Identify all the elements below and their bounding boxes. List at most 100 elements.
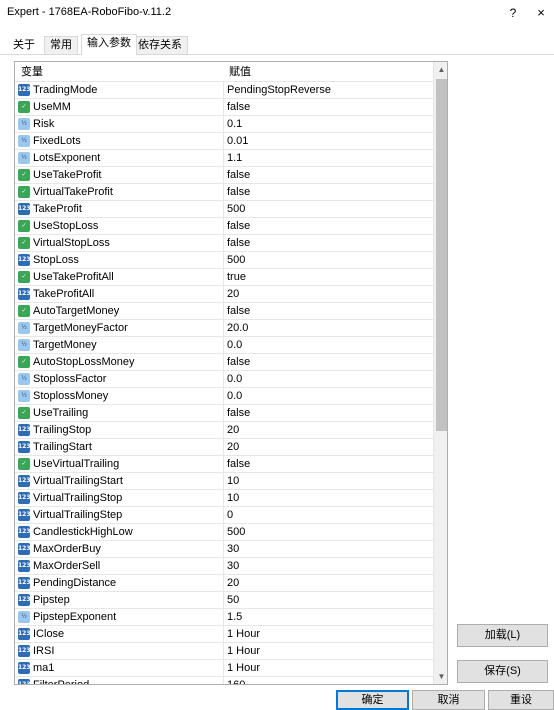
parameter-row[interactable]: ½ StoplossMoney 0.0 [15, 388, 433, 405]
parameter-value[interactable]: false [227, 184, 250, 200]
parameter-row[interactable]: 123 IClose 1 Hour [15, 626, 433, 643]
parameter-value[interactable]: 10 [227, 490, 239, 506]
tab-inputs[interactable]: 输入参数 [81, 34, 137, 55]
parameter-row[interactable]: 123 VirtualTrailingStep 0 [15, 507, 433, 524]
parameter-row[interactable]: ✓ AutoTargetMoney false [15, 303, 433, 320]
parameter-value[interactable]: 500 [227, 252, 245, 268]
parameter-row[interactable]: ✓ UseStopLoss false [15, 218, 433, 235]
parameter-row[interactable]: 123 Pipstep 50 [15, 592, 433, 609]
parameter-value[interactable]: false [227, 235, 250, 251]
parameter-row[interactable]: ½ PipstepExponent 1.5 [15, 609, 433, 626]
parameter-value[interactable]: 20 [227, 575, 239, 591]
double-icon: ½ [18, 611, 30, 623]
parameter-value[interactable]: 0.01 [227, 133, 248, 149]
tab-bar: 关于 常用 输入参数 依存关系 [0, 34, 554, 55]
parameter-row[interactable]: 123 MaxOrderSell 30 [15, 558, 433, 575]
parameter-value[interactable]: 0.0 [227, 371, 242, 387]
parameter-row[interactable]: 123 TrailingStart 20 [15, 439, 433, 456]
parameter-value[interactable]: 0.0 [227, 337, 242, 353]
parameter-row[interactable]: ✓ UseMM false [15, 99, 433, 116]
parameter-row[interactable]: 123 TakeProfit 500 [15, 201, 433, 218]
ok-button[interactable]: 确定 [336, 690, 409, 710]
parameter-row[interactable]: ½ TargetMoney 0.0 [15, 337, 433, 354]
tab-common[interactable]: 常用 [44, 36, 78, 54]
parameter-value[interactable]: 20 [227, 422, 239, 438]
column-divider [223, 150, 224, 166]
parameter-value[interactable]: 1 Hour [227, 660, 260, 676]
parameter-value[interactable]: 0 [227, 507, 233, 523]
header-value[interactable]: 赋值 [229, 62, 251, 82]
parameter-row[interactable]: 123 PendingDistance 20 [15, 575, 433, 592]
parameter-row[interactable]: ✓ UseVirtualTrailing false [15, 456, 433, 473]
save-button[interactable]: 保存(S) [457, 660, 548, 683]
parameter-value[interactable]: 20 [227, 286, 239, 302]
column-divider [223, 609, 224, 625]
parameter-value[interactable]: 1.5 [227, 609, 242, 625]
parameter-row[interactable]: 123 VirtualTrailingStop 10 [15, 490, 433, 507]
double-icon: ½ [18, 339, 30, 351]
parameter-row[interactable]: ½ LotsExponent 1.1 [15, 150, 433, 167]
scroll-down-icon[interactable]: ▼ [434, 669, 447, 684]
parameter-row[interactable]: 123 TakeProfitAll 20 [15, 286, 433, 303]
parameter-row[interactable]: ✓ AutoStopLossMoney false [15, 354, 433, 371]
parameter-row[interactable]: 123 IRSI 1 Hour [15, 643, 433, 660]
parameter-row[interactable]: 123 MaxOrderBuy 30 [15, 541, 433, 558]
parameter-value[interactable]: false [227, 456, 250, 472]
parameter-name: PipstepExponent [33, 611, 117, 623]
parameter-value[interactable]: 20 [227, 439, 239, 455]
parameter-value[interactable]: false [227, 303, 250, 319]
parameter-value[interactable]: 1 Hour [227, 643, 260, 659]
tab-dependencies[interactable]: 依存关系 [132, 36, 188, 54]
help-button[interactable]: ? [500, 0, 526, 26]
parameter-row[interactable]: 123 CandlestickHighLow 500 [15, 524, 433, 541]
parameter-value[interactable]: false [227, 405, 250, 421]
parameter-value[interactable]: 0.1 [227, 116, 242, 132]
parameter-name: TargetMoney [33, 339, 97, 351]
tab-about[interactable]: 关于 [7, 36, 41, 54]
close-button[interactable]: × [528, 0, 554, 26]
parameter-value[interactable]: 30 [227, 541, 239, 557]
parameter-value[interactable]: false [227, 167, 250, 183]
parameter-row[interactable]: ✓ UseTakeProfitAll true [15, 269, 433, 286]
parameter-value[interactable]: 10 [227, 473, 239, 489]
parameter-row[interactable]: ✓ UseTakeProfit false [15, 167, 433, 184]
cancel-button[interactable]: 取消 [412, 690, 485, 710]
parameter-row[interactable]: 123 VirtualTrailingStart 10 [15, 473, 433, 490]
column-divider [223, 269, 224, 285]
parameter-value[interactable]: 30 [227, 558, 239, 574]
parameter-row[interactable]: ½ StoplossFactor 0.0 [15, 371, 433, 388]
parameter-value[interactable]: 500 [227, 524, 245, 540]
parameter-row[interactable]: ½ TargetMoneyFactor 20.0 [15, 320, 433, 337]
load-button[interactable]: 加载(L) [457, 624, 548, 647]
parameter-value[interactable]: true [227, 269, 246, 285]
parameter-value[interactable]: 500 [227, 201, 245, 217]
parameter-value[interactable]: 160 [227, 677, 245, 684]
parameter-row[interactable]: ✓ VirtualTakeProfit false [15, 184, 433, 201]
parameter-name: MaxOrderSell [33, 560, 101, 572]
parameter-row[interactable]: ✓ VirtualStopLoss false [15, 235, 433, 252]
vertical-scrollbar[interactable]: ▲ ▼ [433, 62, 447, 684]
parameter-value[interactable]: 50 [227, 592, 239, 608]
parameter-row[interactable]: ½ Risk 0.1 [15, 116, 433, 133]
header-variable[interactable]: 变量 [21, 62, 43, 82]
double-icon: ½ [18, 322, 30, 334]
parameter-row[interactable]: 123 FilterPeriod 160 [15, 677, 433, 684]
parameter-row[interactable]: 123 ma1 1 Hour [15, 660, 433, 677]
scroll-up-icon[interactable]: ▲ [434, 62, 447, 77]
parameter-row[interactable]: 123 TrailingStop 20 [15, 422, 433, 439]
parameters-grid[interactable]: 变量 赋值 123 TradingMode PendingStopReverse ✓ U… [14, 61, 448, 685]
parameter-value[interactable]: PendingStopReverse [227, 82, 331, 98]
parameter-value[interactable]: false [227, 218, 250, 234]
parameter-row[interactable]: ✓ UseTrailing false [15, 405, 433, 422]
parameter-row[interactable]: 123 StopLoss 500 [15, 252, 433, 269]
parameter-row[interactable]: 123 TradingMode PendingStopReverse [15, 82, 433, 99]
reset-button[interactable]: 重设 [488, 690, 554, 710]
parameter-value[interactable]: 20.0 [227, 320, 248, 336]
parameter-value[interactable]: 1 Hour [227, 626, 260, 642]
parameter-value[interactable]: 1.1 [227, 150, 242, 166]
parameter-value[interactable]: false [227, 354, 250, 370]
parameter-value[interactable]: 0.0 [227, 388, 242, 404]
scroll-thumb[interactable] [436, 79, 447, 431]
parameter-value[interactable]: false [227, 99, 250, 115]
parameter-row[interactable]: ½ FixedLots 0.01 [15, 133, 433, 150]
